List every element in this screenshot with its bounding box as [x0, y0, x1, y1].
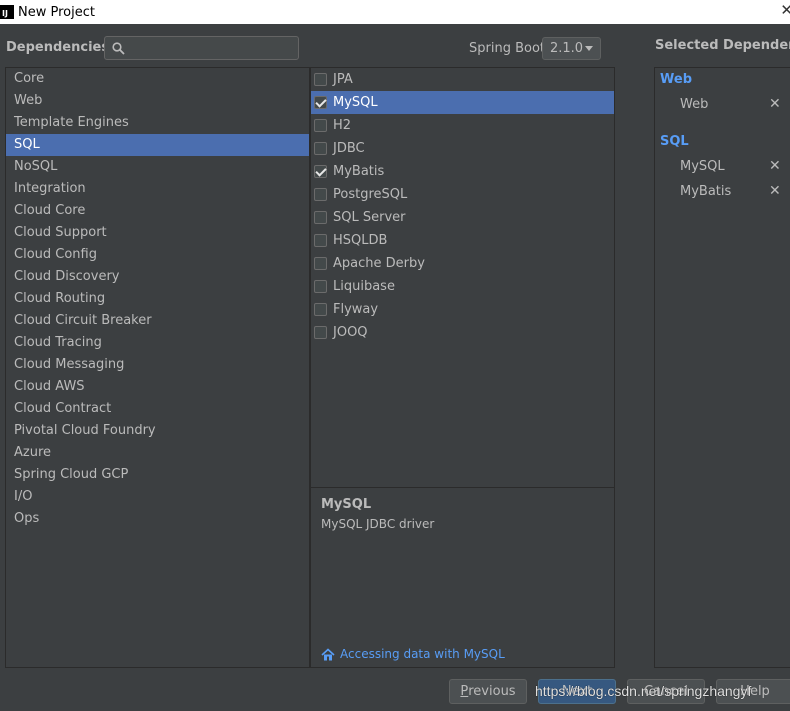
dependency-label: SQL Server: [333, 210, 406, 225]
search-icon: [112, 42, 125, 55]
dependency-list-panel: JPA MySQL H2 JDBC MyBatis PostgreSQL SQL Serve…: [310, 67, 615, 668]
dependency-item[interactable]: JDBC: [311, 137, 614, 160]
description-divider: [311, 487, 614, 488]
dependency-label: PostgreSQL: [333, 187, 408, 202]
dependency-item[interactable]: PostgreSQL: [311, 183, 614, 206]
dependency-item[interactable]: H2: [311, 114, 614, 137]
guide-link[interactable]: Accessing data with MySQL: [321, 647, 505, 661]
dependency-label: JOOQ: [333, 325, 368, 340]
checkbox-icon[interactable]: [314, 73, 327, 86]
home-icon: [321, 647, 335, 660]
dependencies-label: Dependencies: [6, 40, 110, 55]
category-item[interactable]: I/O: [6, 486, 309, 508]
close-window-icon[interactable]: ✕: [780, 1, 790, 19]
selected-item: MySQL: [680, 159, 725, 174]
watermark-text: https://blog.csdn.net/springzhangyf: [535, 683, 752, 699]
remove-dependency-icon[interactable]: ✕: [769, 96, 781, 112]
dependency-label: JPA: [333, 72, 353, 87]
dependency-label: H2: [333, 118, 352, 133]
category-item[interactable]: Cloud Discovery: [6, 266, 309, 288]
dependency-label: Liquibase: [333, 279, 395, 294]
dependency-item[interactable]: MyBatis: [311, 160, 614, 183]
category-item[interactable]: SQL: [6, 134, 309, 156]
category-item[interactable]: Azure: [6, 442, 309, 464]
dependency-label: MyBatis: [333, 164, 385, 179]
category-item[interactable]: Ops: [6, 508, 309, 530]
checkbox-checked-icon[interactable]: [314, 96, 327, 109]
window-title: New Project: [18, 4, 95, 20]
selected-group-header: Web: [660, 72, 692, 87]
previous-label: revious: [468, 684, 516, 699]
dependency-item[interactable]: SQL Server: [311, 206, 614, 229]
dependency-item[interactable]: Apache Derby: [311, 252, 614, 275]
dependency-list: JPA MySQL H2 JDBC MyBatis PostgreSQL SQL Serve…: [311, 68, 614, 344]
dependency-item[interactable]: MySQL: [311, 91, 614, 114]
title-bar: IJ New Project ✕: [0, 0, 790, 24]
checkbox-icon[interactable]: [314, 119, 327, 132]
dependency-label: HSQLDB: [333, 233, 388, 248]
checkbox-icon[interactable]: [314, 303, 327, 316]
dependency-item[interactable]: Flyway: [311, 298, 614, 321]
category-item[interactable]: Cloud Support: [6, 222, 309, 244]
category-item[interactable]: Cloud Config: [6, 244, 309, 266]
category-item[interactable]: Cloud Tracing: [6, 332, 309, 354]
spring-boot-version-select[interactable]: 2.1.0: [542, 37, 601, 60]
selected-item: MyBatis: [680, 184, 732, 199]
description-title: MySQL: [321, 497, 372, 512]
category-item[interactable]: Cloud Circuit Breaker: [6, 310, 309, 332]
previous-mnemonic: P: [460, 684, 469, 699]
category-item[interactable]: Cloud Core: [6, 200, 309, 222]
checkbox-icon[interactable]: [314, 142, 327, 155]
chevron-down-icon: [585, 46, 593, 51]
dependency-item[interactable]: JOOQ: [311, 321, 614, 344]
dependency-label: Flyway: [333, 302, 379, 317]
search-input[interactable]: [131, 39, 293, 57]
remove-dependency-icon[interactable]: ✕: [769, 183, 781, 199]
checkbox-icon[interactable]: [314, 257, 327, 270]
checkbox-icon[interactable]: [314, 234, 327, 247]
checkbox-icon[interactable]: [314, 211, 327, 224]
checkbox-checked-icon[interactable]: [314, 165, 327, 178]
selected-dependencies-label: Selected Dependencies: [655, 38, 790, 53]
spring-boot-label: Spring Boot: [469, 41, 546, 56]
category-item[interactable]: Cloud Messaging: [6, 354, 309, 376]
checkbox-icon[interactable]: [314, 326, 327, 339]
category-item[interactable]: Cloud Contract: [6, 398, 309, 420]
checkbox-icon[interactable]: [314, 280, 327, 293]
dependency-item[interactable]: HSQLDB: [311, 229, 614, 252]
category-item[interactable]: Integration: [6, 178, 309, 200]
category-item[interactable]: Template Engines: [6, 112, 309, 134]
description-text: MySQL JDBC driver: [321, 517, 435, 531]
guide-link-label[interactable]: Accessing data with MySQL: [340, 647, 505, 661]
category-item[interactable]: Pivotal Cloud Foundry: [6, 420, 309, 442]
dependency-item[interactable]: JPA: [311, 68, 614, 91]
category-list-panel: Core Web Template Engines SQL NoSQL Integrati…: [5, 67, 310, 668]
selected-dependencies-panel: Web Web ✕ SQL MySQL ✕ MyBatis ✕: [654, 67, 790, 668]
dependency-label: Apache Derby: [333, 256, 425, 271]
selected-group-header: SQL: [660, 134, 689, 149]
category-item[interactable]: Cloud AWS: [6, 376, 309, 398]
remove-dependency-icon[interactable]: ✕: [769, 158, 781, 174]
selected-item: Web: [680, 97, 709, 112]
category-item[interactable]: Web: [6, 90, 309, 112]
dependency-label: MySQL: [333, 95, 378, 110]
intellij-logo-icon: IJ: [0, 5, 14, 19]
category-item[interactable]: Cloud Routing: [6, 288, 309, 310]
category-list: Core Web Template Engines SQL NoSQL Integrati…: [6, 68, 309, 530]
checkbox-icon[interactable]: [314, 188, 327, 201]
spring-boot-version-value: 2.1.0: [550, 41, 584, 56]
category-item[interactable]: NoSQL: [6, 156, 309, 178]
category-item[interactable]: Core: [6, 68, 309, 90]
dependency-label: JDBC: [333, 141, 365, 156]
search-box[interactable]: [104, 36, 299, 60]
dependency-item[interactable]: Liquibase: [311, 275, 614, 298]
category-item[interactable]: Spring Cloud GCP: [6, 464, 309, 486]
previous-button[interactable]: Previous: [449, 679, 527, 704]
